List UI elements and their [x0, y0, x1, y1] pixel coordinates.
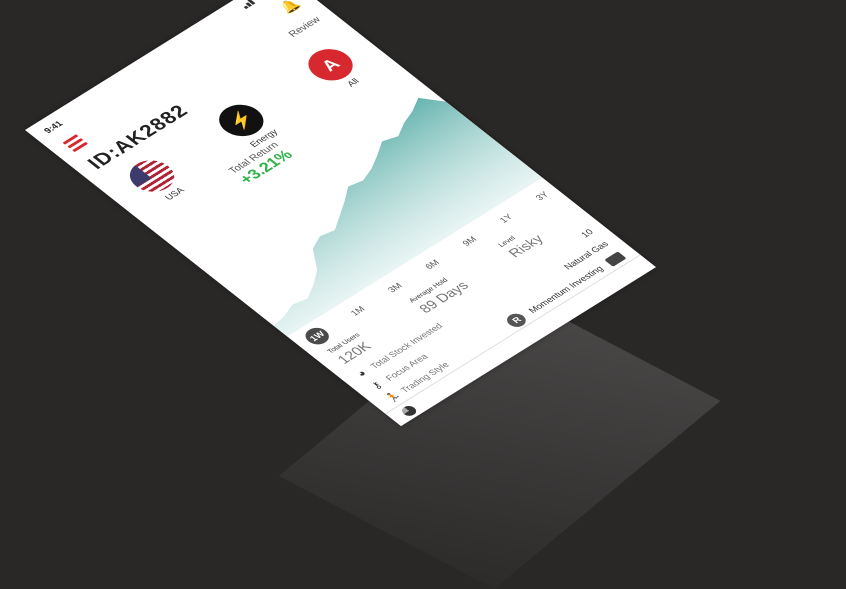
period-9m[interactable]: 9M: [460, 235, 479, 248]
period-3m[interactable]: 3M: [386, 281, 405, 294]
period-1w[interactable]: 1W: [300, 324, 334, 348]
menu-icon[interactable]: [62, 134, 91, 154]
detail-value: 10: [578, 227, 596, 240]
period-1y[interactable]: 1Y: [497, 212, 514, 224]
portfolio-tab-icon[interactable]: [399, 403, 419, 418]
signal-icon: [239, 0, 257, 10]
period-6m[interactable]: 6M: [423, 258, 442, 271]
running-person-icon: 🏃: [382, 390, 405, 405]
period-1m[interactable]: 1M: [348, 304, 367, 317]
bell-icon[interactable]: 🔔: [276, 0, 304, 16]
category-all[interactable]: A All: [286, 34, 387, 104]
key-icon: ⚷: [368, 379, 386, 392]
pie-chart-icon: ◕: [354, 368, 370, 380]
review-link[interactable]: Review: [287, 15, 324, 39]
stat-level: Level Risky: [497, 226, 546, 260]
period-3y[interactable]: 3Y: [533, 190, 550, 202]
scene: 9:41 ◠ 🔔 ID:AK2882 Review USA ⚡ Energy A…: [0, 0, 846, 589]
status-time: 9:41: [41, 119, 65, 135]
